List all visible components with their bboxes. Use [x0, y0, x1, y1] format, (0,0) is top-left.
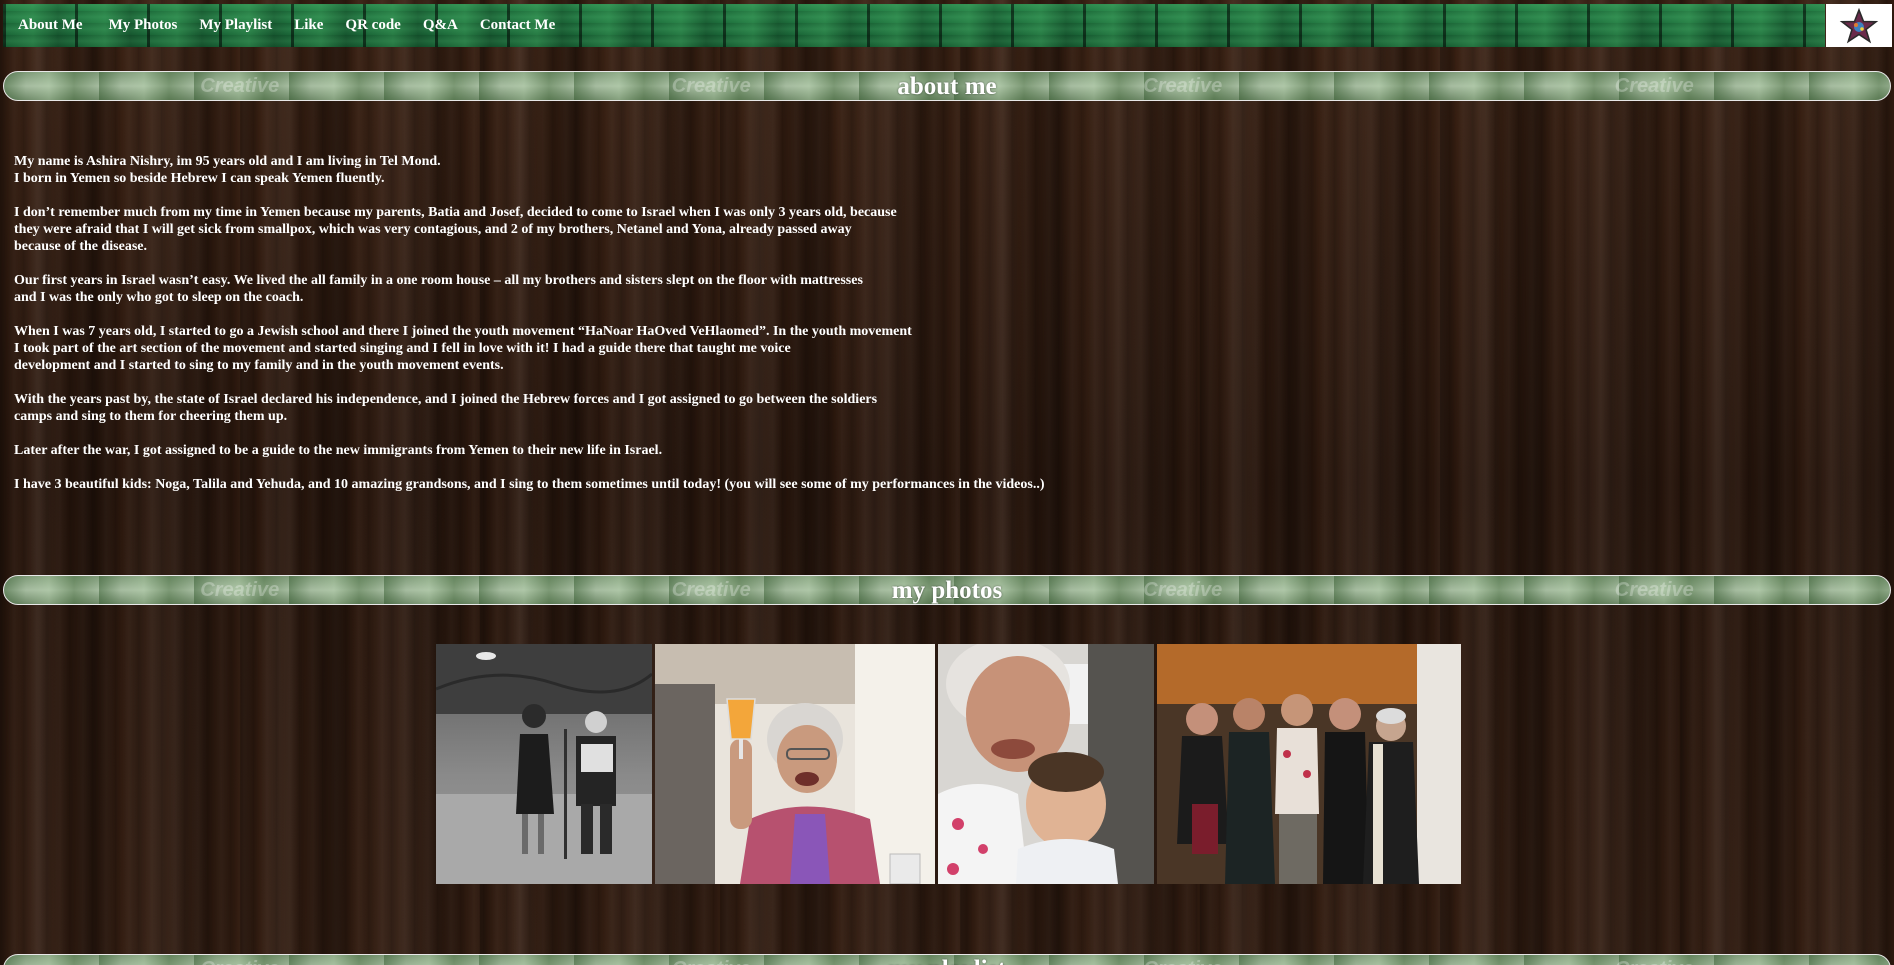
photo-toast[interactable] [655, 644, 935, 884]
main-navbar: About Me My Photos My Playlist Like QR c… [3, 4, 1825, 47]
photo-family-group[interactable] [1157, 644, 1461, 884]
nav-about-me[interactable]: About Me [7, 4, 94, 47]
site-logo[interactable] [1826, 4, 1892, 47]
my-photos-banner: Creative Creative Creative Creative my phot… [3, 575, 1891, 605]
about-paragraph: My name is Ashira Nishry, im 95 years ol… [14, 154, 441, 186]
nav-contact-me[interactable]: Contact Me [469, 4, 566, 47]
about-paragraph: When I was 7 years old, I started to go … [14, 324, 912, 373]
my-playlist-banner: CreativeCreativeCreativeCreative my play… [3, 954, 1891, 965]
section-title-photos: my photos [891, 577, 1003, 604]
about-text: My name is Ashira Nishry, im 95 years ol… [14, 153, 1214, 510]
photo-gallery [436, 644, 1461, 884]
nav-my-playlist[interactable]: My Playlist [188, 4, 283, 47]
about-paragraph: I don’t remember much from my time in Ye… [14, 205, 897, 254]
nav-qa[interactable]: Q&A [412, 4, 469, 47]
star-logo-icon [1839, 7, 1879, 43]
about-paragraph: Our first years in Israel wasn’t easy. W… [14, 273, 863, 305]
section-title-playlist: my playlist [4, 955, 1890, 965]
photo-vintage-performance[interactable] [436, 644, 652, 884]
about-me-banner: Creative Creative Creative Creative about m… [3, 71, 1891, 101]
nav-my-photos[interactable]: My Photos [98, 4, 189, 47]
about-paragraph: With the years past by, the state of Isr… [14, 392, 878, 424]
nav-qr-code[interactable]: QR code [334, 4, 411, 47]
about-paragraph: Later after the war, I got assigned to b… [14, 443, 663, 458]
section-title-about: about me [897, 73, 997, 100]
photo-with-grandchild[interactable] [938, 644, 1154, 884]
about-paragraph: I have 3 beautiful kids: Noga, Talila an… [14, 477, 1045, 492]
nav-like[interactable]: Like [283, 4, 334, 47]
